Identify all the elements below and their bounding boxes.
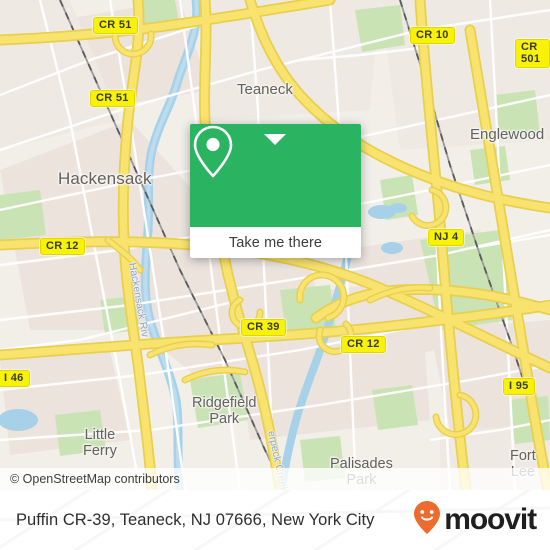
highway-shield: I 46 xyxy=(0,370,30,387)
moovit-wordmark: moovit xyxy=(444,503,537,536)
highway-shield: CR 39 xyxy=(241,319,286,336)
highway-shield: CR 501 xyxy=(515,39,550,68)
highway-shield: I 95 xyxy=(503,378,535,395)
highway-shield: CR 12 xyxy=(40,238,85,255)
screenshot-root: Hackensack Teaneck Englewood Ridgefield Park… xyxy=(0,0,550,550)
osm-attribution-text: © OpenStreetMap contributors xyxy=(10,472,180,486)
moovit-pin-icon xyxy=(412,500,442,541)
callout-pointer-tail xyxy=(264,134,286,145)
highway-shield: CR 10 xyxy=(410,27,455,44)
highway-shield: CR 12 xyxy=(341,336,386,353)
map-canvas[interactable]: Hackensack Teaneck Englewood Ridgefield Park… xyxy=(0,0,550,490)
highway-shield: CR 51 xyxy=(93,17,138,34)
osm-attribution-bar[interactable]: © OpenStreetMap contributors xyxy=(0,468,550,490)
highway-shield: NJ 4 xyxy=(428,229,465,246)
location-address-title: Puffin CR-39, Teaneck, NJ 07666, New Yor… xyxy=(16,510,375,529)
take-me-there-button[interactable]: Take me there xyxy=(190,227,361,258)
moovit-logo[interactable]: moovit xyxy=(412,500,537,541)
footer-bar: Puffin CR-39, Teaneck, NJ 07666, New Yor… xyxy=(0,490,550,550)
highway-shield: CR 51 xyxy=(90,90,135,107)
